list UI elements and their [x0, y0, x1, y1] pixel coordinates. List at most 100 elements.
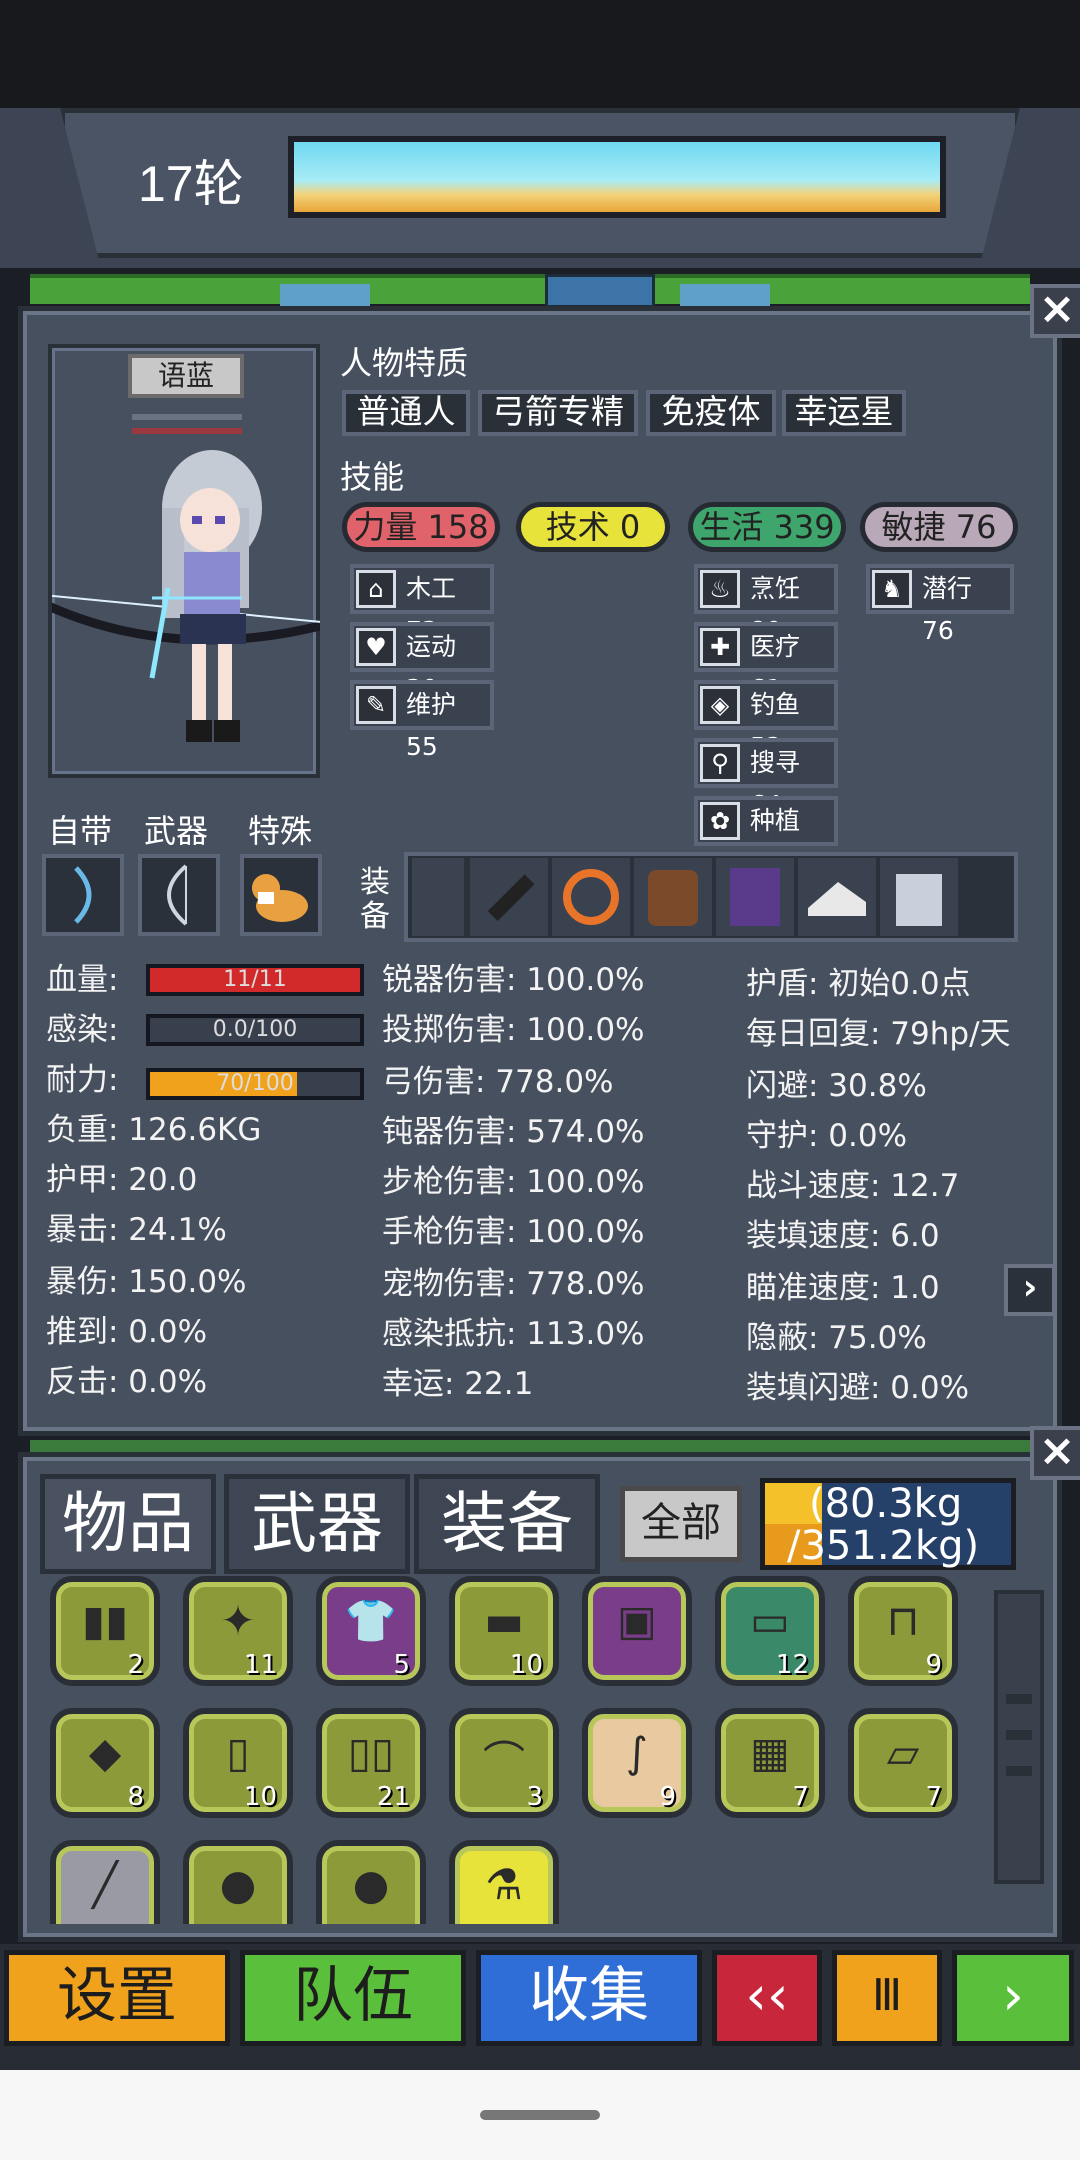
close-character-panel-button[interactable]: × [1030, 284, 1080, 338]
settings-button[interactable]: 设置 [4, 1950, 230, 2046]
stat-shield: 护盾: 初始0.0点 [746, 966, 971, 1002]
skill-searching[interactable]: ⚲搜寻 64 [694, 738, 838, 819]
equip-flashlight[interactable] [470, 858, 548, 936]
inventory-item[interactable]: ▯▯ 21 [316, 1708, 426, 1818]
stat-daily-regen: 每日回复: 79hp/天 [746, 1016, 1011, 1052]
stat-knockdown: 推到: 0.0% [46, 1314, 208, 1350]
potion-icon: ⚗ [485, 1860, 523, 1909]
inventory-item[interactable]: ▦ 7 [715, 1708, 825, 1818]
stat-counter: 反击: 0.0% [46, 1364, 208, 1400]
inventory-item[interactable]: ● [183, 1840, 293, 1924]
skill-medical[interactable]: ✚医疗 61 [694, 622, 838, 703]
name-underline [132, 414, 242, 420]
herb-icon: ✦ [220, 1596, 256, 1645]
inventory-item[interactable]: ∫ 9 [582, 1708, 692, 1818]
item-count: 5 [393, 1650, 410, 1680]
item-count: 12 [775, 1650, 809, 1680]
skill-carpentry[interactable]: ⌂木工 73 [350, 564, 494, 645]
item-count: 7 [792, 1782, 809, 1812]
inventory-item[interactable]: ╱ [50, 1840, 160, 1924]
chocolate-icon: ▦ [750, 1728, 790, 1777]
inventory-item[interactable]: ⌒ 3 [449, 1708, 559, 1818]
bottle-icon: ▯ [226, 1728, 250, 1777]
inventory-item[interactable]: ▣ [582, 1576, 692, 1686]
weight-line-1: (80.3kg [809, 1481, 963, 1527]
skill-fishing[interactable]: ◈钓鱼 52 [694, 680, 838, 761]
trait-immune[interactable]: 免疫体 [646, 390, 776, 436]
skill-maintenance[interactable]: ✎ 维护 55 [350, 680, 494, 761]
skill-group-life[interactable]: 生活 339 [688, 502, 846, 552]
equip-vest[interactable] [716, 858, 794, 936]
home-gesture-bar[interactable] [480, 2110, 600, 2120]
character-name: 语蓝 [128, 354, 244, 398]
trait-archery-specialist[interactable]: 弓箭专精 [478, 390, 638, 436]
apple-icon: ● [352, 1860, 390, 1909]
trait-lucky-star[interactable]: 幸运星 [782, 390, 906, 436]
team-button[interactable]: 队伍 [240, 1950, 466, 2046]
character-sprite [19, 438, 334, 768]
day-sky-bar [288, 136, 946, 218]
equip-empty-slot[interactable] [412, 858, 464, 936]
game-screen: { "header": {"round": "17轮"}, "character… [0, 0, 1080, 2160]
heart-icon: ♥ [356, 628, 396, 666]
inventory-item[interactable]: ⚗ [449, 1840, 559, 1924]
wood-log-icon: ▭ [750, 1596, 790, 1645]
skill-cooking[interactable]: ♨烹饪 80 [694, 564, 838, 645]
round-counter: 17轮 [138, 156, 244, 212]
item-count: 2 [127, 1650, 144, 1680]
item-count: 9 [925, 1650, 942, 1680]
equip-backpack[interactable] [634, 858, 712, 936]
pause-button[interactable]: Ⅲ [832, 1950, 942, 2046]
drinks-icon: ▯▯ [347, 1728, 395, 1777]
scenery-strip [30, 274, 1030, 308]
inventory-item[interactable]: ⊓ 9 [848, 1576, 958, 1686]
inventory-item[interactable]: ▮▮ 2 [50, 1576, 160, 1686]
next-page-arrow-icon[interactable]: › [1004, 1264, 1056, 1316]
equip-bag[interactable] [880, 858, 958, 936]
skill-planting[interactable]: ✿种植 52 [694, 796, 838, 877]
inventory-scrollbar[interactable] [994, 1590, 1044, 1884]
inventory-item[interactable]: ▱ 7 [848, 1708, 958, 1818]
trait-ordinary[interactable]: 普通人 [342, 390, 470, 436]
magnifier-icon: ⚲ [700, 744, 740, 782]
stat-bow-damage: 弓伤害: 778.0% [382, 1064, 614, 1100]
wrench-icon: ✎ [356, 686, 396, 724]
inventory-item[interactable]: ▬ 10 [449, 1576, 559, 1686]
tab-weapons[interactable]: 武器 [224, 1474, 410, 1574]
equip-ring[interactable] [552, 858, 630, 936]
tab-equipment[interactable]: 装备 [414, 1474, 600, 1574]
skill-group-agility[interactable]: 敏捷 76 [860, 502, 1018, 552]
equip-shoes[interactable] [798, 858, 876, 936]
stat-luck: 幸运: 22.1 [382, 1366, 534, 1402]
traits-title: 人物特质 [340, 344, 469, 382]
house-icon: ⌂ [356, 570, 396, 608]
egg-icon: ● [219, 1860, 257, 1909]
inventory-item[interactable]: 👕 5 [316, 1576, 426, 1686]
inventory-item[interactable]: ● [316, 1840, 426, 1924]
stat-aim-speed: 瞄准速度: 1.0 [746, 1270, 940, 1306]
rewind-button[interactable]: ‹‹ [712, 1950, 822, 2046]
inventory-item[interactable]: ▭ 12 [715, 1576, 825, 1686]
collect-button[interactable]: 收集 [476, 1950, 702, 2046]
stat-infection-resist: 感染抵抗: 113.0% [382, 1316, 645, 1352]
item-count: 7 [925, 1782, 942, 1812]
slot-innate-bow[interactable] [42, 854, 124, 936]
inventory-item[interactable]: ◆ 8 [50, 1708, 160, 1818]
plant-icon: ✿ [700, 802, 740, 840]
skill-sports[interactable]: ♥运动 30 [350, 622, 494, 703]
close-inventory-panel-button[interactable]: × [1030, 1426, 1080, 1480]
skill-stealth[interactable]: ♞ 潜行 76 [866, 564, 1014, 645]
inventory-item[interactable]: ✦ 11 [183, 1576, 293, 1686]
stat-throw-damage: 投掷伤害: 100.0% [382, 1012, 645, 1048]
skill-group-technique[interactable]: 技术 0 [516, 502, 670, 552]
cloth-icon: ▱ [886, 1728, 920, 1777]
tab-items[interactable]: 物品 [40, 1474, 216, 1574]
stat-blunt-damage: 钝器伤害: 574.0% [382, 1114, 645, 1150]
slot-weapon-bow[interactable] [138, 854, 220, 936]
skill-group-strength[interactable]: 力量 158 [342, 502, 500, 552]
forward-button[interactable]: › [952, 1950, 1074, 2046]
panel-divider [30, 1440, 1030, 1452]
slot-special-pet-corgi[interactable] [240, 854, 322, 936]
filter-all-button[interactable]: 全部 [620, 1486, 742, 1562]
inventory-item[interactable]: ▯ 10 [183, 1708, 293, 1818]
